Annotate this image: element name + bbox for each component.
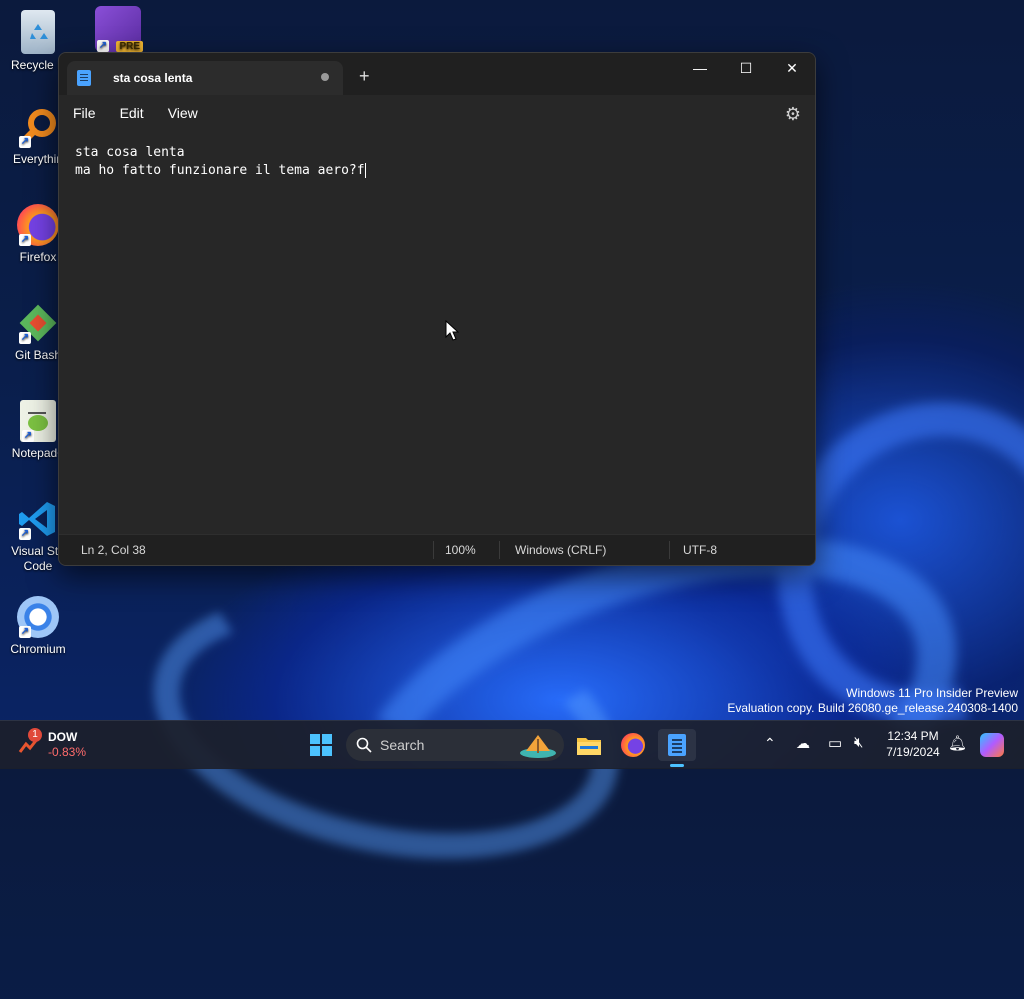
menu-view[interactable]: View: [168, 105, 198, 121]
active-indicator: [670, 764, 684, 767]
start-button[interactable]: [304, 729, 338, 761]
maximize-button[interactable]: ☐: [723, 53, 769, 83]
taskbar: 1 DOW -0.83% Search ⌃ ☁ ▭ 🔇︎ 12:34 PM 7/…: [0, 720, 1024, 769]
unsaved-dot-icon[interactable]: [321, 73, 329, 81]
volume-muted-icon[interactable]: 🔇︎: [854, 734, 863, 751]
notepad-window[interactable]: sta cosa lenta + — ☐ ✕ File Edit View ⚙ …: [58, 52, 816, 566]
menu-bar: File Edit View ⚙: [59, 95, 815, 131]
windows-logo-icon: [310, 734, 332, 756]
search-label: Search: [380, 737, 425, 753]
tab-document[interactable]: sta cosa lenta: [67, 61, 343, 95]
minimize-button[interactable]: —: [677, 53, 723, 83]
taskbar-notepad[interactable]: [658, 729, 696, 767]
line-ending[interactable]: Windows (CRLF): [515, 543, 606, 557]
shortcut-arrow-icon: ↗: [19, 626, 31, 638]
desktop-icon-visual-studio-preview[interactable]: PRE ↗: [80, 6, 156, 56]
new-tab-button[interactable]: +: [359, 67, 370, 85]
text-editor[interactable]: sta cosa lenta ma ho fatto funzionare il…: [59, 131, 815, 533]
notification-badge: 1: [28, 728, 42, 742]
status-bar: Ln 2, Col 38 100% Windows (CRLF) UTF-8: [59, 534, 815, 565]
cursor-position: Ln 2, Col 38: [81, 543, 146, 557]
preview-badge: PRE: [116, 41, 143, 52]
shortcut-arrow-icon: ↗: [19, 332, 31, 344]
onedrive-cloud-icon[interactable]: ☁: [796, 735, 810, 752]
notepad-plus-plus-icon: ↗: [20, 400, 56, 442]
network-icon[interactable]: ▭: [828, 734, 842, 752]
taskbar-file-explorer[interactable]: [572, 729, 606, 761]
everything-search-icon: ↗: [17, 106, 59, 148]
chromium-icon: ↗: [17, 596, 59, 638]
watermark-line-2: Evaluation copy. Build 26080.ge_release.…: [727, 701, 1018, 715]
windows-watermark: Windows 11 Pro Insider Preview Evaluatio…: [727, 686, 1018, 716]
stock-ticker: DOW: [48, 730, 78, 744]
status-divider: [499, 541, 500, 559]
status-divider: [433, 541, 434, 559]
search-highlight-icon: [518, 731, 558, 759]
shortcut-arrow-icon: ↗: [19, 136, 31, 148]
copilot-icon[interactable]: [980, 733, 1004, 757]
desktop-icon-chromium[interactable]: ↗ Chromium: [0, 596, 76, 657]
taskbar-search[interactable]: Search: [346, 729, 564, 761]
close-button[interactable]: ✕: [769, 53, 815, 83]
zoom-level[interactable]: 100%: [445, 543, 476, 557]
shortcut-arrow-icon: ↗: [22, 430, 34, 442]
visual-studio-preview-icon: PRE ↗: [95, 6, 143, 52]
clock[interactable]: 12:34 PM 7/19/2024: [878, 729, 948, 759]
editor-line-2: ma ho fatto funzionare il tema aero?f: [75, 163, 366, 178]
watermark-line-1: Windows 11 Pro Insider Preview: [846, 686, 1018, 700]
menu-file[interactable]: File: [73, 105, 96, 121]
clock-time: 12:34 PM: [887, 729, 939, 743]
notepad-icon: [77, 70, 91, 86]
shortcut-arrow-icon: ↗: [19, 528, 31, 540]
clock-date: 7/19/2024: [886, 745, 940, 759]
shortcut-arrow-icon: ↗: [19, 234, 31, 246]
search-icon: [356, 737, 372, 753]
text-caret: [364, 163, 366, 178]
show-hidden-icons-chevron-icon[interactable]: ⌃: [764, 735, 776, 752]
menu-edit[interactable]: Edit: [120, 105, 144, 121]
stock-change: -0.83%: [48, 745, 87, 759]
encoding[interactable]: UTF-8: [683, 543, 717, 557]
taskbar-firefox[interactable]: [616, 729, 650, 761]
stocks-text: DOW -0.83%: [48, 730, 86, 760]
settings-gear-icon[interactable]: ⚙: [785, 104, 801, 125]
editor-line-2-text: ma ho fatto funzionare il tema aero?f: [75, 163, 365, 178]
shortcut-arrow-icon: ↗: [97, 40, 109, 52]
status-divider: [669, 541, 670, 559]
firefox-icon: [621, 733, 645, 757]
stocks-widget[interactable]: 1 DOW -0.83%: [18, 728, 98, 761]
mouse-pointer-icon: [445, 320, 459, 341]
git-bash-icon: ↗: [17, 302, 59, 344]
desktop-icon-label: Chromium: [10, 642, 66, 656]
stocks-chart-icon: 1: [18, 728, 42, 756]
title-bar[interactable]: sta cosa lenta + — ☐ ✕: [59, 53, 815, 95]
firefox-icon: ↗: [17, 204, 59, 246]
notepad-icon: [668, 734, 686, 756]
editor-line-1: sta cosa lenta: [75, 145, 185, 160]
tab-title: sta cosa lenta: [113, 71, 193, 85]
recycle-bin-icon: [21, 10, 55, 54]
folder-icon: [577, 738, 601, 755]
notification-bell-icon[interactable]: 🔔︎: [948, 734, 967, 752]
vscode-icon: ↗: [17, 498, 59, 540]
